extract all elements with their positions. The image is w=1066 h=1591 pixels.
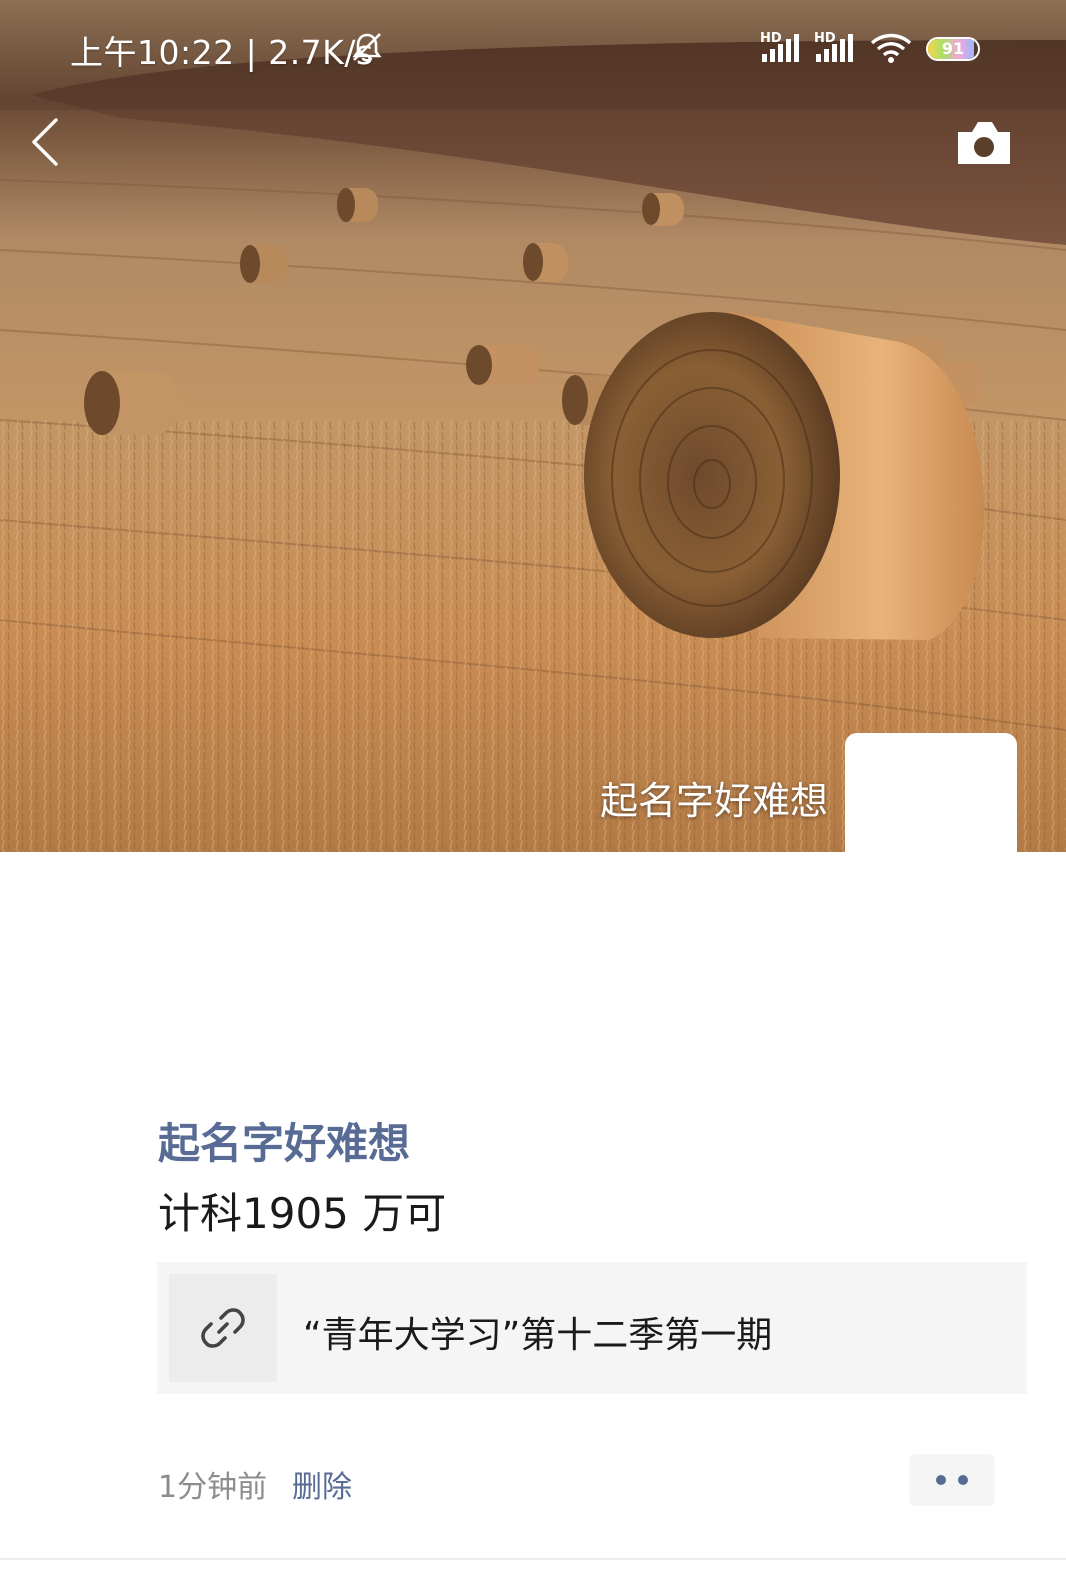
cover-photo[interactable] — [0, 0, 1066, 852]
more-dots-icon — [936, 1475, 946, 1485]
camera-icon — [958, 122, 1010, 164]
avatar[interactable] — [845, 733, 1017, 905]
signal-icon: HD — [760, 30, 804, 68]
signal-icon: HD — [814, 30, 858, 68]
link-icon — [201, 1308, 245, 1348]
post-timestamp: 1分钟前 — [158, 1470, 268, 1505]
svg-text:HD: HD — [760, 31, 782, 46]
wifi-icon — [870, 32, 912, 68]
status-bar: 上午10:22 | 2.7K/s HD HD 91 — [0, 0, 1066, 100]
chevron-left-icon — [32, 118, 58, 166]
status-time: 上午10:22 | 2.7K/s — [70, 33, 374, 72]
svg-text:HD: HD — [814, 31, 836, 46]
battery-indicator: 91 — [926, 37, 980, 61]
divider — [0, 1558, 1066, 1560]
link-card[interactable]: “青年大学习”第十二季第一期 — [157, 1262, 1027, 1394]
link-title: “青年大学习”第十二季第一期 — [303, 1315, 773, 1356]
battery-level: 91 — [941, 39, 965, 58]
bell-muted-icon — [350, 30, 384, 68]
cover-username: 起名字好难想 — [599, 779, 828, 823]
link-thumbnail — [169, 1274, 277, 1382]
post-author-name[interactable]: 起名字好难想 — [158, 1110, 410, 1171]
back-button[interactable] — [26, 112, 70, 172]
post-text: 计科1905 万可 — [158, 1189, 447, 1238]
camera-button[interactable] — [952, 116, 1016, 172]
delete-button[interactable]: 删除 — [292, 1462, 352, 1506]
more-dots-icon — [958, 1475, 968, 1485]
more-actions-button[interactable] — [909, 1454, 995, 1506]
